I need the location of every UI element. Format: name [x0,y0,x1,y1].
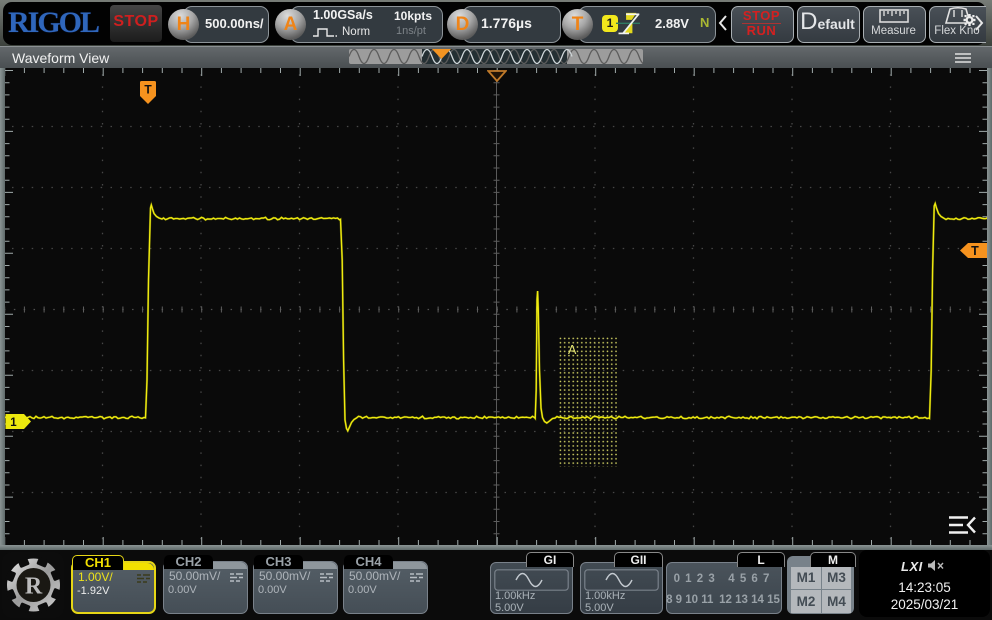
svg-text:T: T [144,83,152,97]
svg-text:1: 1 [10,416,17,428]
svg-text:R: R [25,574,43,600]
svg-text:T: T [971,244,979,258]
